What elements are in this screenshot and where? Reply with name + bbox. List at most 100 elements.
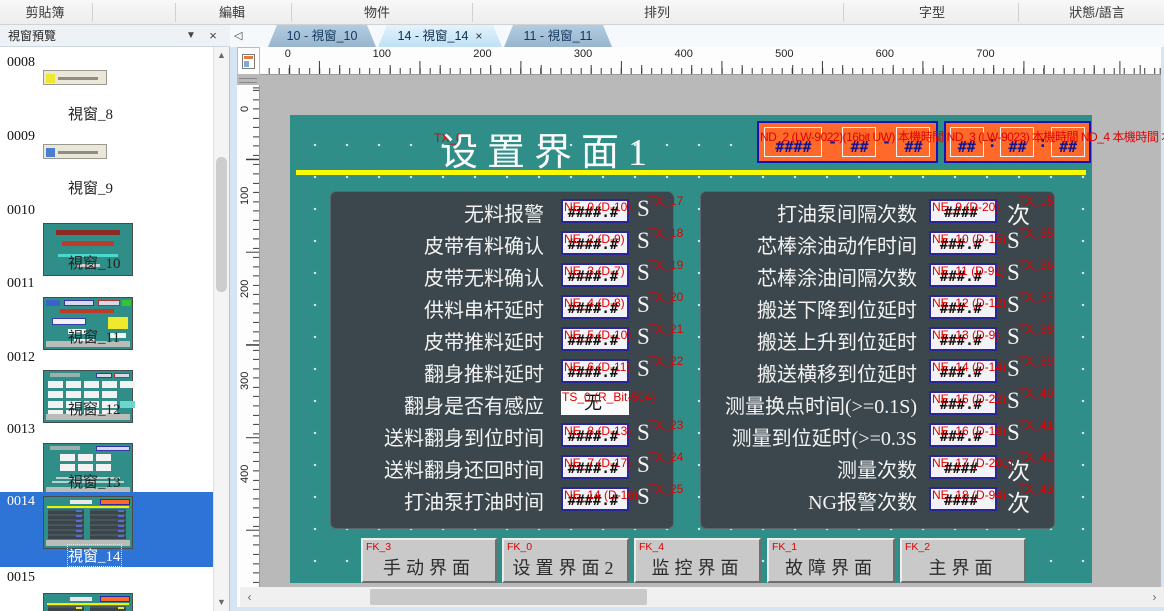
menu-group-arrange[interactable]: 排列 xyxy=(644,0,670,25)
sidebar-item-window-8[interactable]: 0008 視窗_8 xyxy=(0,53,213,125)
unit-annotation: TX_20 xyxy=(648,290,683,304)
hmi-screen-design[interactable]: TX_0 设置界面1 #### - ## - ## ## : ## : ## N… xyxy=(290,115,1092,583)
fk-button-fault-screen[interactable]: FK_1 故障界面 xyxy=(767,538,895,583)
param-label[interactable]: 打油泵打油时间 xyxy=(404,486,544,515)
window-number: 0008 xyxy=(7,55,35,71)
thumb-bar xyxy=(96,373,112,378)
value-display[interactable]: NE_7 (D-17)####.# xyxy=(561,455,629,479)
param-label[interactable]: 无料报警 xyxy=(464,198,544,227)
fk-button-main-screen[interactable]: FK_2 主界面 xyxy=(900,538,1026,583)
param-label[interactable]: 送料翻身还回时间 xyxy=(384,454,544,483)
value-display[interactable]: NE_10 (D-15)###.# xyxy=(929,231,997,255)
unit-label: 次TX_15 xyxy=(1007,196,1067,230)
scroll-right-icon[interactable]: › xyxy=(1147,587,1162,607)
value-display[interactable]: NE_8 (D-13)####.# xyxy=(561,423,629,447)
sidebar-item-window-13[interactable]: 0013 視窗_13 xyxy=(0,420,213,493)
scrollbar-thumb[interactable] xyxy=(370,589,647,605)
param-label[interactable]: 搬送下降到位延时 xyxy=(757,294,917,323)
menu-group-edit[interactable]: 編輯 xyxy=(219,0,245,25)
value-display[interactable]: NE_16 (D-18)###.# xyxy=(929,423,997,447)
value-display[interactable]: NE_18 (D-94)#### xyxy=(929,487,997,511)
scroll-down-icon[interactable]: ▼ xyxy=(214,594,229,611)
param-label[interactable]: 送料翻身到位时间 xyxy=(384,422,544,451)
value-display[interactable]: NE_12 (D-12)###.# xyxy=(929,295,997,319)
value-display[interactable]: NE_13 (D-9)###.# xyxy=(929,327,997,351)
divider-line[interactable] xyxy=(296,170,1086,175)
fk-button-manual-screen[interactable]: FK_3 手动界面 xyxy=(361,538,497,583)
value-display[interactable]: NE_14 (D-16)####.# xyxy=(561,487,629,511)
sidebar-item-window-15[interactable]: 0015 xyxy=(0,568,213,611)
scroll-left-icon[interactable]: ‹ xyxy=(242,587,257,607)
value-display[interactable]: NE_15 (D-22)###.# xyxy=(929,391,997,415)
thumb-bar xyxy=(122,300,131,306)
param-label[interactable]: 供料串杆延时 xyxy=(424,294,544,323)
tab-close-icon[interactable]: × xyxy=(475,29,482,43)
address-annotation: NE_10 (D-15) xyxy=(932,232,1006,246)
ruler-tick-label: 600 xyxy=(876,48,894,60)
value-display[interactable]: NE_3 (D-7)####.# xyxy=(561,263,629,287)
sidebar-item-window-9[interactable]: 0009 視窗_9 xyxy=(0,127,213,199)
param-label[interactable]: NG报警次数 xyxy=(808,486,917,515)
param-label[interactable]: 打油泵间隔次数 xyxy=(777,198,917,227)
value-display[interactable]: NE_4 (D-8)####.# xyxy=(561,295,629,319)
value-display[interactable]: NE_2 (D-9)####.# xyxy=(561,231,629,255)
param-label[interactable]: 搬送上升到位延时 xyxy=(757,326,917,355)
menu-group-status-language[interactable]: 狀態/語言 xyxy=(1069,0,1125,25)
unit-annotation: TX_36 xyxy=(1018,258,1053,272)
fk-button-label: 监控界面 xyxy=(636,554,759,580)
fk-button-settings-screen-2[interactable]: FK_0 设置界面2 xyxy=(502,538,629,583)
vertical-ruler: 0 100 200 300 400 xyxy=(237,85,260,607)
hmi-screen-title[interactable]: 设置界面1 xyxy=(440,121,656,176)
value-display[interactable]: NE_0 (D-10)####.# xyxy=(561,199,629,223)
value-display[interactable]: NE_17 (D-200)#### xyxy=(929,455,997,479)
sidebar-scrollbar[interactable]: ▲ ▼ xyxy=(213,47,229,611)
param-label[interactable]: 芯棒涂油间隔次数 xyxy=(757,262,917,291)
value-display[interactable]: NE_14 (D-14)###.# xyxy=(929,359,997,383)
param-row: 皮带推料延时 NE_5 (D-10)####.# STX_21 xyxy=(331,323,673,355)
param-label[interactable]: 测量次数 xyxy=(837,454,917,483)
thumb-bar xyxy=(100,596,130,602)
menu-group-font[interactable]: 字型 xyxy=(919,0,945,25)
param-row: 搬送横移到位延时 NE_14 (D-14)###.# STX_39 xyxy=(701,355,1054,387)
sidebar-item-window-11[interactable]: 0011 視窗_11 xyxy=(0,274,213,348)
param-label[interactable]: 搬送横移到位延时 xyxy=(757,358,917,387)
param-label[interactable]: 皮带推料延时 xyxy=(424,326,544,355)
menu-group-object[interactable]: 物件 xyxy=(364,0,390,25)
toggle-switch[interactable]: TS_0 (R_Bit-504)无 xyxy=(561,391,629,415)
fk-button-monitor-screen[interactable]: FK_4 监控界面 xyxy=(634,538,761,583)
sidebar-item-window-12[interactable]: 0012 視窗_12 xyxy=(0,348,213,420)
canvas-horizontal-scrollbar[interactable]: ‹ › xyxy=(240,587,1164,607)
value-display[interactable]: NE_6 (D-11)####.# xyxy=(561,359,629,383)
unit-annotation: TX_17 xyxy=(648,194,683,208)
sidebar-item-window-14[interactable]: 0014 視窗_14 xyxy=(0,492,213,567)
scrollbar-thumb[interactable] xyxy=(216,157,227,292)
param-label[interactable]: 皮带有料确认 xyxy=(424,230,544,259)
value-display[interactable]: NE_9 (D-20)#### xyxy=(929,199,997,223)
unit-annotation: TX_38 xyxy=(1018,322,1053,336)
param-label[interactable]: 皮带无料确认 xyxy=(424,262,544,291)
param-label[interactable]: 测量换点时间(>=0.1S) xyxy=(725,390,917,419)
scroll-up-icon[interactable]: ▲ xyxy=(214,47,229,64)
thumb-bar xyxy=(70,597,92,601)
tab-nav-left-icon[interactable]: ◁ xyxy=(234,29,242,42)
fk-object-tag: FK_2 xyxy=(905,541,930,553)
param-label[interactable]: 翻身是否有感应 xyxy=(404,390,544,419)
param-label[interactable]: 测量到位延时(>=0.3S xyxy=(732,422,917,451)
value-display[interactable]: NE_11 (D-92)###.# xyxy=(929,263,997,287)
unit-label: STX_21 xyxy=(637,324,697,350)
chevron-down-icon[interactable]: ▼ xyxy=(182,25,200,47)
param-label[interactable]: 翻身推料延时 xyxy=(424,358,544,387)
sidebar-item-window-10[interactable]: 0010 視窗_10 xyxy=(0,201,213,274)
tab-window-10[interactable]: 10 - 視窗_10 xyxy=(268,25,376,47)
thumb-bar xyxy=(64,300,94,306)
window-number: 0014 xyxy=(7,494,35,510)
tab-window-14[interactable]: 14 - 視窗_14× xyxy=(378,25,502,47)
tab-window-11[interactable]: 11 - 視窗_11 xyxy=(504,25,612,47)
editor-canvas[interactable]: 0 100 200 300 400 500 600 700 0 100 200 … xyxy=(230,47,1164,611)
value-display[interactable]: NE_5 (D-10)####.# xyxy=(561,327,629,351)
menu-group-clipboard[interactable]: 剪貼簿 xyxy=(25,0,64,25)
fk-object-tag: FK_4 xyxy=(639,541,664,553)
param-label[interactable]: 芯棒涂油动作时间 xyxy=(757,230,917,259)
window-thumbnail xyxy=(43,70,107,85)
close-icon[interactable]: × xyxy=(204,25,222,47)
